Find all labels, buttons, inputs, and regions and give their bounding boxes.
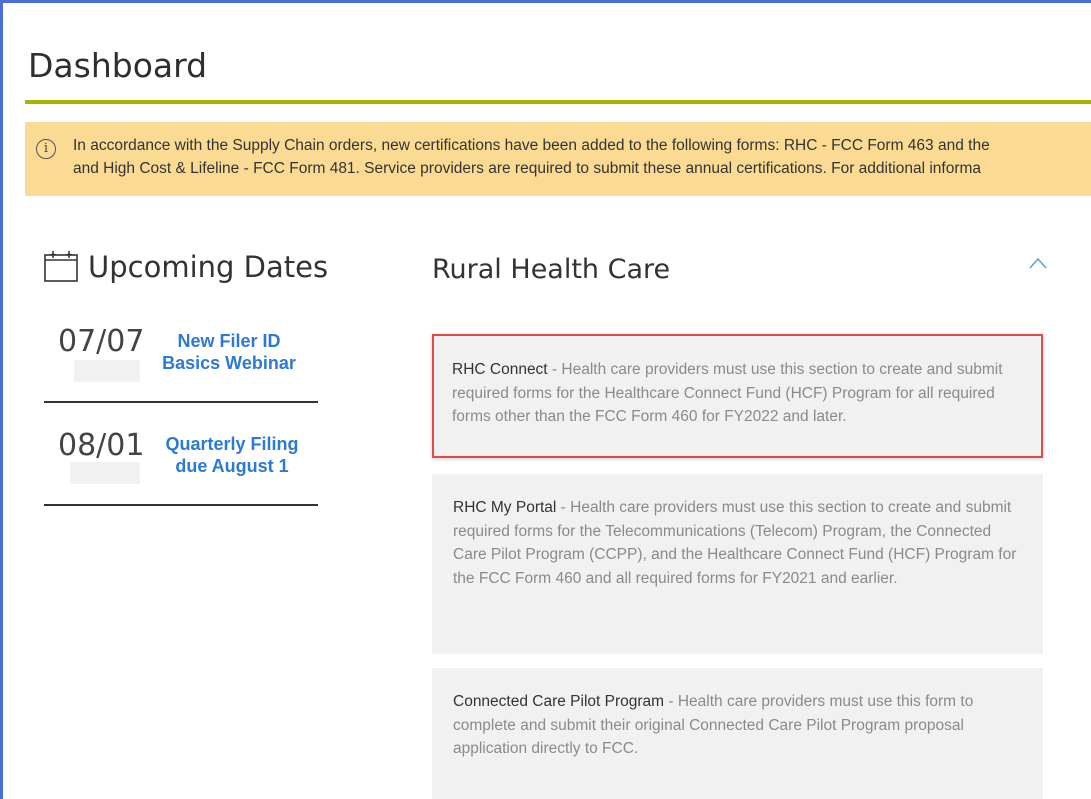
chevron-up-icon[interactable] xyxy=(1028,256,1048,270)
supply-chain-alert: i In accordance with the Supply Chain or… xyxy=(25,122,1091,196)
info-icon: i xyxy=(36,139,56,159)
alert-text-line1: In accordance with the Supply Chain orde… xyxy=(73,137,990,154)
date-value: 07/07 xyxy=(58,324,145,359)
event-link-line2: Basics Webinar xyxy=(162,353,296,373)
calendar-icon xyxy=(44,251,78,282)
event-link-line1: Quarterly Filing xyxy=(165,434,299,454)
date-divider xyxy=(44,504,318,506)
title-divider xyxy=(25,100,1091,104)
date-divider xyxy=(44,401,318,403)
date-placeholder xyxy=(70,462,140,484)
event-link-line2: due August 1 xyxy=(175,456,289,476)
card-connected-care-pilot[interactable]: Connected Care Pilot Program - Health ca… xyxy=(432,668,1043,799)
alert-text-line2: and High Cost & Lifeline - FCC Form 481.… xyxy=(73,160,982,177)
rural-health-care-title: Rural Health Care xyxy=(432,254,671,285)
date-placeholder xyxy=(74,360,140,382)
date-value: 08/01 xyxy=(58,428,145,463)
event-link-line1: New Filer ID xyxy=(177,331,281,351)
card-name: RHC My Portal xyxy=(453,499,557,516)
card-rhc-my-portal[interactable]: RHC My Portal - Health care providers mu… xyxy=(432,474,1043,654)
event-link-new-filer-webinar[interactable]: New Filer ID Basics Webinar xyxy=(152,330,306,374)
card-rhc-connect[interactable]: RHC Connect - Health care providers must… xyxy=(432,334,1043,458)
page-title: Dashboard xyxy=(28,46,208,85)
event-link-quarterly-filing[interactable]: Quarterly Filing due August 1 xyxy=(150,433,314,477)
card-name: Connected Care Pilot Program xyxy=(453,693,665,710)
upcoming-dates-title: Upcoming Dates xyxy=(88,250,329,284)
card-name: RHC Connect xyxy=(452,361,548,378)
